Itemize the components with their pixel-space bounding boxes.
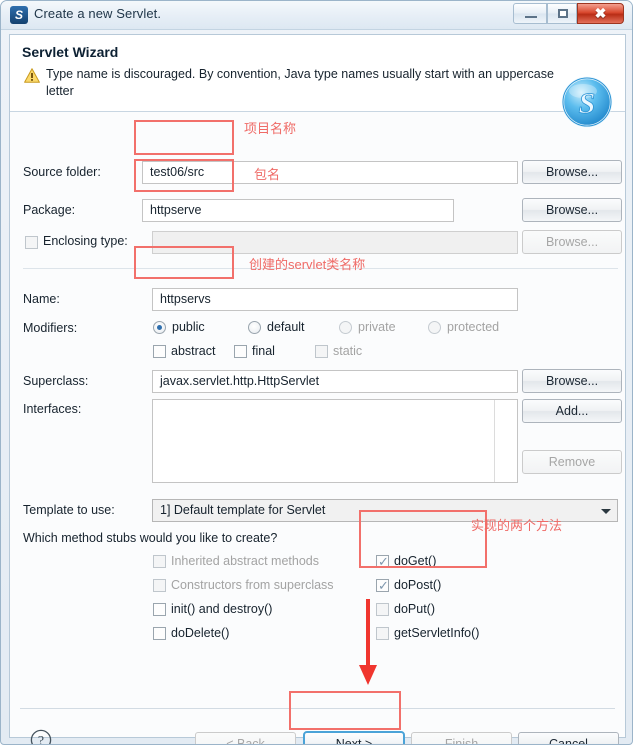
maximize-button[interactable] bbox=[547, 3, 577, 24]
help-question-icon[interactable]: ? bbox=[30, 729, 52, 745]
enclosing-type-browse-button: Browse... bbox=[522, 230, 622, 254]
stub-checkbox-init-and-destroy[interactable] bbox=[153, 603, 166, 616]
source-folder-label: Source folder: bbox=[23, 165, 101, 179]
footer-divider bbox=[20, 708, 615, 709]
modifier-radio-private bbox=[339, 321, 352, 334]
source-folder-input[interactable]: test06/src bbox=[142, 161, 518, 184]
servlet-icon: S bbox=[10, 6, 28, 24]
superclass-browse-button[interactable]: Browse... bbox=[522, 369, 622, 393]
check-icon: ✓ bbox=[378, 578, 389, 593]
warning-message: Type name is discouraged. By convention,… bbox=[46, 67, 554, 98]
dialog-body: Servlet Wizard Type name is discouraged.… bbox=[9, 34, 626, 744]
template-label: Template to use: bbox=[23, 503, 115, 517]
stub-label-constructors-from-superclass: Constructors from superclass bbox=[171, 578, 334, 592]
package-input[interactable]: httpserve bbox=[142, 199, 454, 222]
modifier-label-public: public bbox=[172, 320, 205, 334]
window-title: Create a new Servlet. bbox=[34, 6, 162, 21]
interfaces-remove-button: Remove bbox=[522, 450, 622, 474]
modifier-checkbox-final[interactable] bbox=[234, 345, 247, 358]
svg-text:S: S bbox=[579, 87, 596, 120]
maximize-icon bbox=[558, 9, 568, 18]
svg-text:?: ? bbox=[38, 734, 44, 745]
stub-label-doput: doPut() bbox=[394, 602, 435, 616]
interfaces-add-button[interactable]: Add... bbox=[522, 399, 622, 423]
modifier-radio-default[interactable] bbox=[248, 321, 261, 334]
source-folder-browse-button[interactable]: Browse... bbox=[522, 160, 622, 184]
servlet-s-logo: S bbox=[561, 76, 613, 128]
check-icon: ✓ bbox=[378, 554, 389, 569]
enclosing-type-input[interactable] bbox=[152, 231, 518, 254]
stub-label-init-and-destroy: init() and destroy() bbox=[171, 602, 273, 616]
stub-label-getservletinfo: getServletInfo() bbox=[394, 626, 480, 640]
minimize-icon bbox=[525, 16, 537, 18]
superclass-input[interactable]: javax.servlet.http.HttpServlet bbox=[152, 370, 518, 393]
stub-checkbox-dodelete[interactable] bbox=[153, 627, 166, 640]
interfaces-label: Interfaces: bbox=[23, 402, 82, 416]
stub-label-doget: doGet() bbox=[394, 554, 437, 568]
modifier-label-default: default bbox=[267, 320, 305, 334]
annotation-package-name: 包名 bbox=[254, 167, 281, 182]
wizard-header: Servlet Wizard Type name is discouraged.… bbox=[10, 35, 625, 128]
modifier-label-abstract: abstract bbox=[171, 344, 216, 358]
stub-checkbox-constructors-from-superclass bbox=[153, 579, 166, 592]
modifier-checkbox-static bbox=[315, 345, 328, 358]
stub-checkbox-dopost[interactable]: ✓ bbox=[376, 578, 389, 593]
cancel-button[interactable]: Cancel bbox=[518, 732, 619, 744]
enclosing-type-checkbox[interactable] bbox=[25, 236, 38, 249]
template-select-value: 1] Default template for Servlet bbox=[160, 503, 326, 517]
stub-label-inherited-abstract-methods: Inherited abstract methods bbox=[171, 554, 319, 568]
method-stubs-question: Which method stubs would you like to cre… bbox=[23, 531, 278, 545]
modifier-label-protected: protected bbox=[447, 320, 500, 334]
annotation-servlet-class-name: 创建的servlet类名称 bbox=[249, 257, 366, 272]
title-bar: S Create a new Servlet. ✖ bbox=[1, 1, 632, 30]
name-input[interactable]: httpservs bbox=[152, 288, 518, 311]
annotation-two-methods: 实现的两个方法 bbox=[471, 518, 563, 533]
modifier-radio-protected bbox=[428, 321, 441, 334]
package-browse-button[interactable]: Browse... bbox=[522, 198, 622, 222]
warning-triangle-icon bbox=[24, 68, 40, 83]
stub-label-dodelete: doDelete() bbox=[171, 626, 230, 640]
back-button: < Back bbox=[195, 732, 296, 744]
stub-checkbox-doget[interactable]: ✓ bbox=[376, 554, 389, 569]
next-button[interactable]: Next > bbox=[303, 731, 405, 744]
package-label: Package: bbox=[23, 203, 76, 217]
name-label: Name: bbox=[23, 292, 60, 306]
chevron-down-icon bbox=[601, 509, 611, 514]
dialog-window: S Create a new Servlet. ✖ Servlet Wizard… bbox=[0, 0, 633, 745]
close-button[interactable]: ✖ bbox=[577, 3, 624, 24]
modifier-checkbox-abstract[interactable] bbox=[153, 345, 166, 358]
interfaces-scrollbar[interactable] bbox=[494, 400, 495, 482]
annotation-project-name: 项目名称 bbox=[244, 121, 297, 136]
annotation-arrow-icon bbox=[359, 599, 377, 685]
close-icon: ✖ bbox=[594, 5, 607, 21]
modifier-radio-public[interactable] bbox=[153, 321, 166, 334]
page-title: Servlet Wizard bbox=[22, 44, 119, 60]
modifiers-label: Modifiers: bbox=[23, 321, 78, 335]
modifier-label-private: private bbox=[358, 320, 396, 334]
enclosing-type-label: Enclosing type: bbox=[43, 234, 128, 248]
stub-label-dopost: doPost() bbox=[394, 578, 442, 592]
finish-button: Finish bbox=[411, 732, 512, 744]
stub-checkbox-inherited-abstract-methods bbox=[153, 555, 166, 568]
interfaces-list[interactable] bbox=[152, 399, 518, 483]
modifier-label-static: static bbox=[333, 344, 363, 358]
superclass-label: Superclass: bbox=[23, 374, 89, 388]
modifier-label-final: final bbox=[252, 344, 275, 358]
minimize-button[interactable] bbox=[513, 3, 547, 24]
